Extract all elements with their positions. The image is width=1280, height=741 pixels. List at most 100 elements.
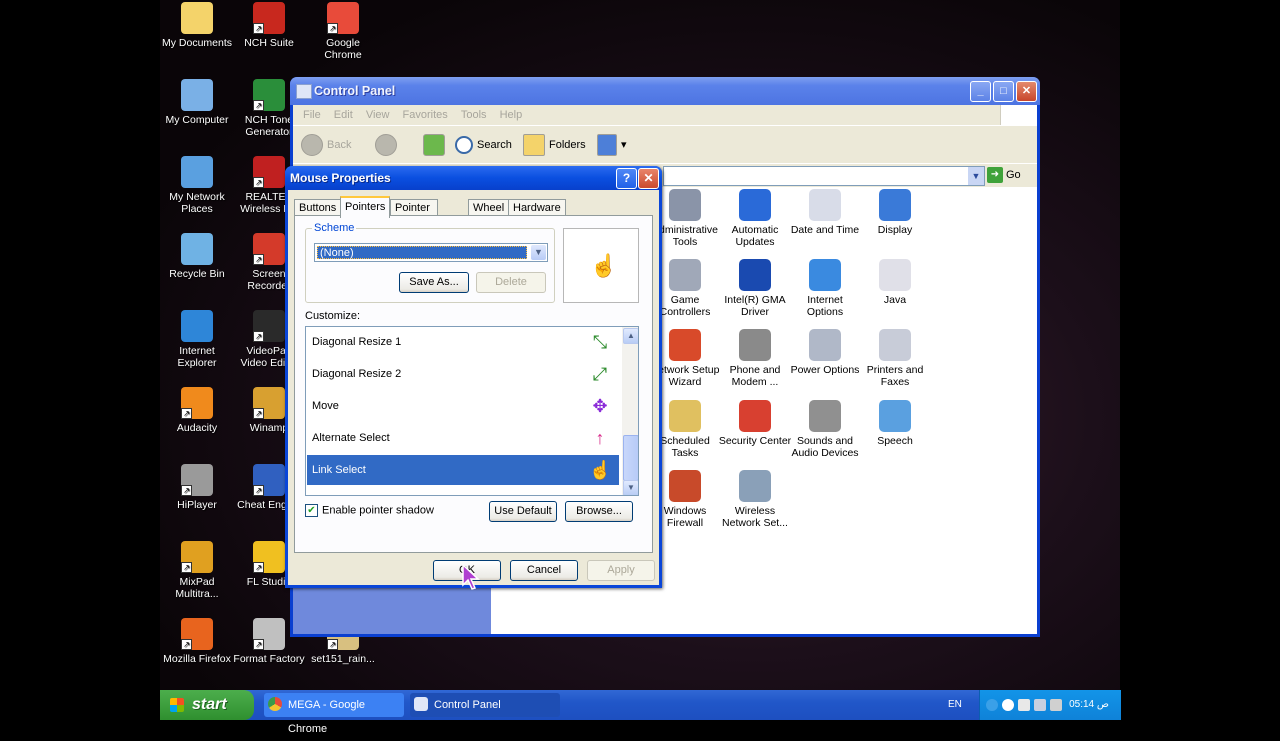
- control-panel-item-label: Security Center: [718, 435, 792, 447]
- apply-button[interactable]: Apply: [587, 560, 655, 581]
- pointer-list-item[interactable]: Diagonal Resize 1 ⤡: [307, 327, 619, 357]
- control-panel-titlebar[interactable]: Control Panel _ □ ✕: [290, 77, 1040, 105]
- pointer-list-item[interactable]: Move ✥: [307, 391, 619, 421]
- help-button[interactable]: ?: [616, 168, 637, 189]
- desktop-icon[interactable]: Internet Explorer: [160, 310, 234, 369]
- browse-button[interactable]: Browse...: [565, 501, 633, 522]
- folders-icon: [523, 134, 545, 157]
- forward-button[interactable]: [375, 133, 401, 157]
- control-panel-item-label: Internet Options: [806, 294, 844, 318]
- shortcut-arrow-icon: ↗: [253, 177, 264, 188]
- views-button[interactable]: ▾: [597, 133, 627, 157]
- menu-favorites[interactable]: Favorites: [403, 109, 448, 121]
- desktop-icon[interactable]: ↗ HiPlayer: [160, 464, 234, 511]
- menu-bar: File Edit View Favorites Tools Help: [293, 105, 1037, 125]
- desktop-icon[interactable]: My Documents: [160, 2, 234, 49]
- desktop-icon[interactable]: ↗ NCH Suite: [232, 2, 306, 49]
- go-arrow-icon: ➜: [987, 167, 1003, 184]
- control-panel-item[interactable]: Sounds and Audio Devices: [788, 400, 862, 459]
- tab-hardware[interactable]: Hardware: [508, 199, 566, 216]
- menu-file[interactable]: File: [303, 109, 321, 121]
- save-as-button[interactable]: Save As...: [399, 272, 469, 293]
- control-panel-item[interactable]: Automatic Updates: [718, 189, 792, 248]
- menu-tools[interactable]: Tools: [461, 109, 487, 121]
- pointer-list-item[interactable]: Diagonal Resize 2 ⤢: [307, 359, 619, 389]
- menu-help[interactable]: Help: [500, 109, 523, 121]
- scroll-thumb[interactable]: [623, 435, 638, 481]
- volume-icon[interactable]: [1050, 699, 1062, 711]
- close-button[interactable]: ✕: [1016, 81, 1037, 102]
- control-panel-item[interactable]: Internet Options: [788, 259, 862, 318]
- tab-wheel[interactable]: Wheel: [468, 199, 510, 216]
- desktop-icon-label: NCH Suite: [244, 37, 294, 49]
- pointer-list[interactable]: Link Select ☝ Alternate Select ↑ Move ✥ Diagon…: [305, 326, 639, 496]
- menu-view[interactable]: View: [366, 109, 390, 121]
- control-panel-item[interactable]: Display: [858, 189, 932, 236]
- use-default-button[interactable]: Use Default: [489, 501, 557, 522]
- tray-signal-icon[interactable]: [1034, 699, 1046, 711]
- desktop-icon[interactable]: My Network Places: [160, 156, 234, 215]
- tab-pointer-options[interactable]: Pointer Options: [390, 199, 438, 230]
- desktop-icon[interactable]: Recycle Bin: [160, 233, 234, 280]
- scroll-down-icon[interactable]: ▼: [623, 480, 638, 495]
- desktop-icon-label: Format Factory: [233, 653, 305, 665]
- cancel-button[interactable]: Cancel: [510, 560, 578, 581]
- checkbox-checked-icon[interactable]: ✔: [305, 504, 318, 517]
- tab-pointers[interactable]: Pointers: [340, 196, 391, 218]
- control-panel-item[interactable]: Power Options: [788, 329, 862, 376]
- applet-icon: [879, 189, 911, 221]
- control-panel-item[interactable]: Wireless Network Set...: [718, 470, 792, 529]
- pointer-name: Diagonal Resize 2: [312, 368, 402, 380]
- search-button[interactable]: Search: [455, 133, 512, 157]
- control-panel-item[interactable]: Date and Time: [788, 189, 862, 236]
- control-panel-item-label: Date and Time: [790, 224, 860, 236]
- applet-icon: [809, 189, 841, 221]
- chevron-down-icon[interactable]: ▼: [531, 245, 546, 260]
- delete-button[interactable]: Delete: [476, 272, 546, 293]
- vertical-scrollbar[interactable]: ▲ ▼: [622, 327, 638, 495]
- maximize-button[interactable]: □: [993, 81, 1014, 102]
- shortcut-arrow-icon: ↗: [181, 639, 192, 650]
- control-panel-item-label: Wireless Network Set...: [722, 505, 788, 529]
- applet-icon: [669, 470, 701, 502]
- shortcut-arrow-icon: ↗: [253, 639, 264, 650]
- go-button[interactable]: ➜ Go: [987, 166, 1021, 184]
- control-panel-item[interactable]: Phone and Modem ...: [718, 329, 792, 388]
- menu-edit[interactable]: Edit: [334, 109, 353, 121]
- scroll-up-icon[interactable]: ▲: [623, 328, 638, 344]
- dialog-titlebar[interactable]: Mouse Properties ? ✕: [285, 166, 662, 190]
- address-input[interactable]: ▼: [663, 166, 985, 186]
- desktop-icon[interactable]: ↗ Google Chrome: [306, 2, 380, 61]
- back-button[interactable]: Back: [301, 133, 351, 157]
- pointer-list-item[interactable]: Alternate Select ↑: [307, 423, 619, 453]
- address-dropdown-icon[interactable]: ▼: [968, 167, 984, 185]
- control-panel-item[interactable]: Printers and Faxes: [858, 329, 932, 388]
- clock: 05:14 ص: [1069, 699, 1109, 710]
- minimize-button[interactable]: _: [970, 81, 991, 102]
- mouse-properties-dialog: Mouse Properties ? ✕ Buttons Pointers Po…: [285, 166, 662, 588]
- start-button[interactable]: start: [160, 690, 254, 720]
- desktop-icon[interactable]: ↗ MixPad Multitra...: [160, 541, 234, 600]
- tab-buttons[interactable]: Buttons: [294, 199, 342, 216]
- desktop-icon-label: Mozilla Firefox: [163, 653, 231, 665]
- desktop-icon[interactable]: My Computer: [160, 79, 234, 126]
- language-indicator[interactable]: EN: [948, 699, 962, 710]
- tray-help-icon[interactable]: [986, 699, 998, 711]
- pointer-list-item[interactable]: Link Select ☝: [307, 455, 619, 485]
- control-panel-item[interactable]: Java: [858, 259, 932, 306]
- folders-button[interactable]: Folders: [523, 133, 586, 157]
- control-panel-item[interactable]: Security Center: [718, 400, 792, 447]
- tray-network-icon[interactable]: [1002, 699, 1014, 711]
- scheme-group: Scheme (None) ▼ Save As... Delete: [305, 222, 555, 303]
- scheme-dropdown[interactable]: (None) ▼: [314, 243, 548, 262]
- task-chrome[interactable]: MEGA - Google Chrome: [264, 693, 404, 735]
- task-control-panel[interactable]: Control Panel: [410, 693, 560, 717]
- pointer-shadow-checkbox[interactable]: ✔ Enable pointer shadow: [305, 504, 434, 517]
- tray-app-icon[interactable]: [1018, 699, 1030, 711]
- control-panel-item[interactable]: Intel(R) GMA Driver: [718, 259, 792, 318]
- up-folder-button[interactable]: [423, 133, 449, 157]
- desktop-icon[interactable]: ↗ Audacity: [160, 387, 234, 434]
- dialog-close-button[interactable]: ✕: [638, 168, 659, 189]
- control-panel-item[interactable]: Speech: [858, 400, 932, 447]
- desktop-icon[interactable]: ↗ Mozilla Firefox: [160, 618, 234, 665]
